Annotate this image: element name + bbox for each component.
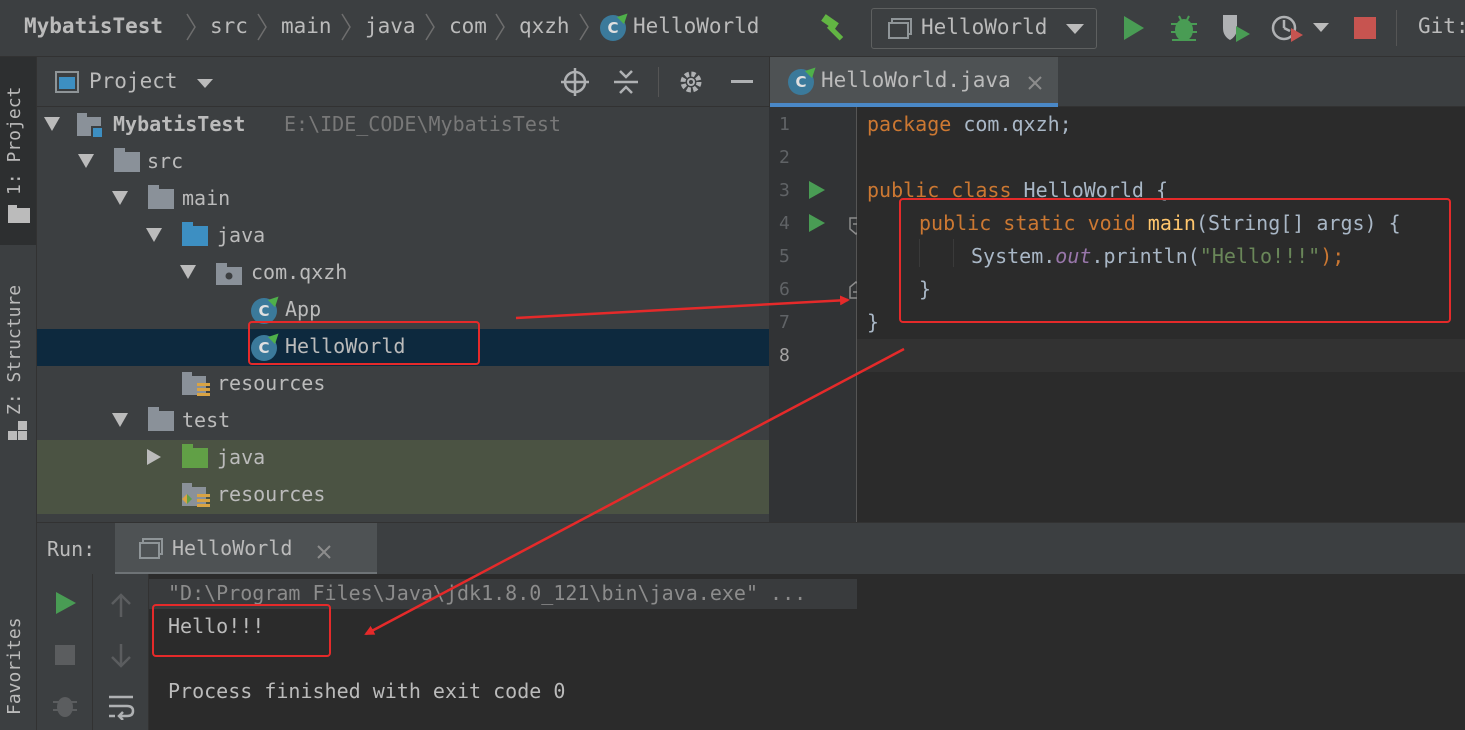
annotation-arrows xyxy=(364,295,905,636)
annotation-arrow-to-code xyxy=(515,295,850,320)
annotation-arrow-to-output xyxy=(364,347,905,636)
